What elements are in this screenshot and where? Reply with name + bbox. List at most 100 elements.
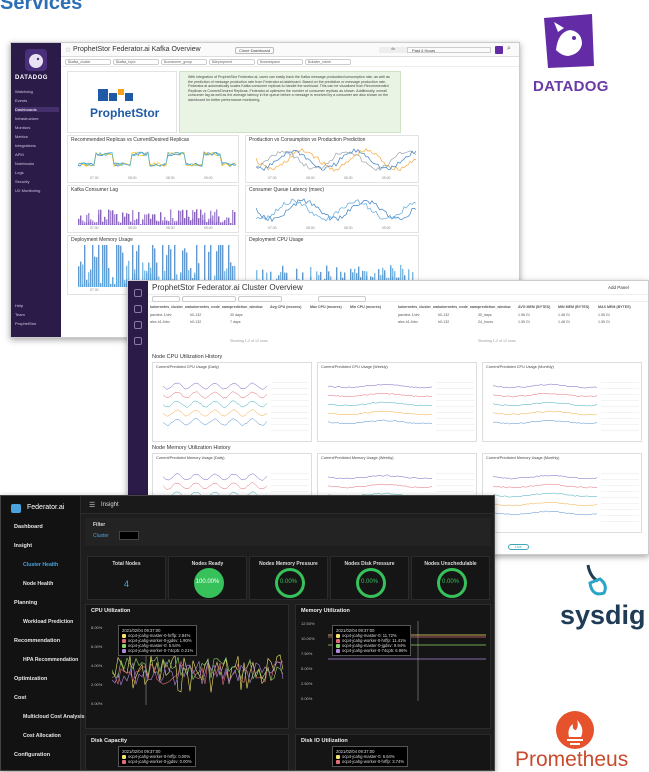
sidebar-item[interactable]: Security <box>15 179 29 184</box>
sidebar-item[interactable]: UX Monitoring <box>15 188 40 193</box>
panel-bar <box>80 281 82 287</box>
disk-io-tooltip: 2021/02/04 09:37:00 ocp4-jcahg-master-0: … <box>332 746 409 767</box>
template-variable-chip[interactable]: $kafka_cluster <box>65 59 111 65</box>
sidebar-item[interactable]: Metrics <box>15 134 28 139</box>
disk-io-title: Disk IO Utilization <box>301 738 348 744</box>
sidebar-bottom-item[interactable]: ProphetStor <box>15 321 36 326</box>
template-variable-chip[interactable]: $deployment <box>209 59 255 65</box>
search-icon[interactable] <box>134 321 142 329</box>
history-series <box>493 501 597 507</box>
panel-bar <box>100 285 102 287</box>
cluster-select[interactable] <box>119 531 139 540</box>
star-icon[interactable]: ☆ <box>65 46 71 54</box>
integration-note: With integration of ProphetStor Federato… <box>179 71 401 133</box>
panel-bar <box>82 264 84 287</box>
history-series <box>328 410 432 416</box>
panel-bar <box>144 214 146 225</box>
clone-dashboard-button[interactable]: Clone Dashboard <box>235 47 275 54</box>
sidebar-item[interactable]: Insight <box>1 537 81 556</box>
panel-bar <box>110 210 112 225</box>
history-series <box>163 391 267 399</box>
sidebar-item[interactable]: Notebooks <box>15 161 34 166</box>
sidebar-item[interactable]: Dashboards <box>15 107 59 112</box>
panel-chart <box>78 151 236 168</box>
column-header: Max CPU (mcores) <box>310 305 342 309</box>
template-variable-chip[interactable]: $cluster_name <box>305 59 351 65</box>
panel-bar <box>218 223 220 225</box>
sidebar-item[interactable]: Cost Allocation <box>1 727 81 746</box>
history-legend <box>271 377 309 435</box>
sidebar-bottom-item[interactable]: Help <box>15 303 23 308</box>
sidebar-item[interactable]: Optimization <box>1 670 81 689</box>
panel-bar <box>84 245 86 287</box>
sidebar-item[interactable]: Configuration <box>1 746 81 765</box>
panel-bar <box>138 211 140 225</box>
sidebar-item[interactable]: Cost <box>1 689 81 708</box>
panel-bar <box>86 285 88 287</box>
menu-icon[interactable]: ☰ <box>89 501 95 509</box>
panel-series <box>256 150 416 172</box>
sidebar-item[interactable]: Node Health <box>1 575 81 594</box>
history-series <box>328 474 432 480</box>
sidebar-item[interactable]: Watchdog <box>15 89 33 94</box>
zoom-icon[interactable]: ⌕ <box>507 45 511 53</box>
history-chart <box>493 475 597 516</box>
filter-chip-1[interactable] <box>152 296 180 302</box>
sidebar-item[interactable]: Integrations <box>15 143 36 148</box>
x-tick: 09:00 <box>382 226 391 230</box>
x-tick: 07:30 <box>268 226 277 230</box>
sidebar-item[interactable]: Logs <box>15 170 24 175</box>
tooltip-row: ocp4-jcahg-worker-0-hrffp: 3.74% <box>336 759 404 764</box>
sidebar-item[interactable]: Infrastructure <box>15 116 39 121</box>
sidebar-item[interactable]: Planning <box>1 594 81 613</box>
filter-chip-4[interactable] <box>318 296 366 302</box>
filter-chip-2[interactable] <box>182 296 236 302</box>
federator-topbar: ☰ Insight <box>81 496 494 514</box>
panel-bar <box>124 216 126 225</box>
pause-button[interactable] <box>495 46 503 54</box>
panel-bar <box>92 220 94 225</box>
overview-icon[interactable] <box>134 305 142 313</box>
sidebar-item[interactable]: APM <box>15 152 24 157</box>
x-tick: 07:30 <box>90 288 99 292</box>
sidebar-item[interactable]: Cluster Health <box>1 556 81 575</box>
sidebar-item[interactable]: Dashboard <box>1 518 81 537</box>
federator-logo-icon <box>11 504 21 513</box>
filter-chip-3[interactable] <box>238 296 282 302</box>
alerts-icon[interactable] <box>134 337 142 345</box>
sidebar-item[interactable]: Workload Prediction <box>1 613 81 632</box>
panel-series <box>78 151 236 168</box>
memory-utilization-title: Memory Utilization <box>301 608 350 614</box>
live-button[interactable]: Live <box>508 544 529 550</box>
history-series <box>163 409 267 417</box>
sidebar-item[interactable]: HPA Recommendation <box>1 651 81 670</box>
panel-bar <box>78 221 80 225</box>
sidebar-item[interactable]: Events <box>1 765 81 770</box>
history-series <box>493 419 597 425</box>
panel-bar <box>178 210 180 225</box>
cpu-tooltip: 2021/02/04 09:37:00 ocp4-jcahg-master-0-h… <box>118 625 198 656</box>
series-swatch <box>336 759 340 764</box>
sidebar-bottom-item[interactable]: Team <box>15 312 25 317</box>
dashboard-icon[interactable] <box>134 289 142 297</box>
template-variables-bar: $kafka_cluster $kafka_topic $consumer_grou… <box>61 57 519 67</box>
panel-bar <box>160 224 162 225</box>
cpu-table: kubernetes_cluster_name kubernetes_node_n… <box>150 305 390 349</box>
panel-bar <box>106 219 108 225</box>
panel-title: Recommended Replicas vs Current/Desired … <box>71 137 190 143</box>
time-range-select[interactable]: Past 4 Hours <box>407 47 491 53</box>
table-cell: h0-132 <box>438 313 450 317</box>
sidebar-item[interactable]: Multicloud Cost Analysis <box>1 708 85 727</box>
panel-bar <box>184 223 186 225</box>
template-variable-chip[interactable]: $kafka_topic <box>113 59 159 65</box>
template-variable-chip[interactable]: $namespace <box>257 59 303 65</box>
stat-title: Nodes Unschedulable <box>424 561 477 567</box>
template-variable-chip[interactable]: $consumer_group <box>161 59 207 65</box>
x-tick: 08:30 <box>166 176 175 180</box>
sidebar-item[interactable]: Events <box>15 98 27 103</box>
sidebar-item[interactable]: Recommendation <box>1 632 81 651</box>
panel-bar <box>94 261 96 287</box>
panel-bar <box>196 224 198 225</box>
add-panel-button[interactable]: Add Panel <box>608 285 629 290</box>
sidebar-item[interactable]: Monitors <box>15 125 30 130</box>
